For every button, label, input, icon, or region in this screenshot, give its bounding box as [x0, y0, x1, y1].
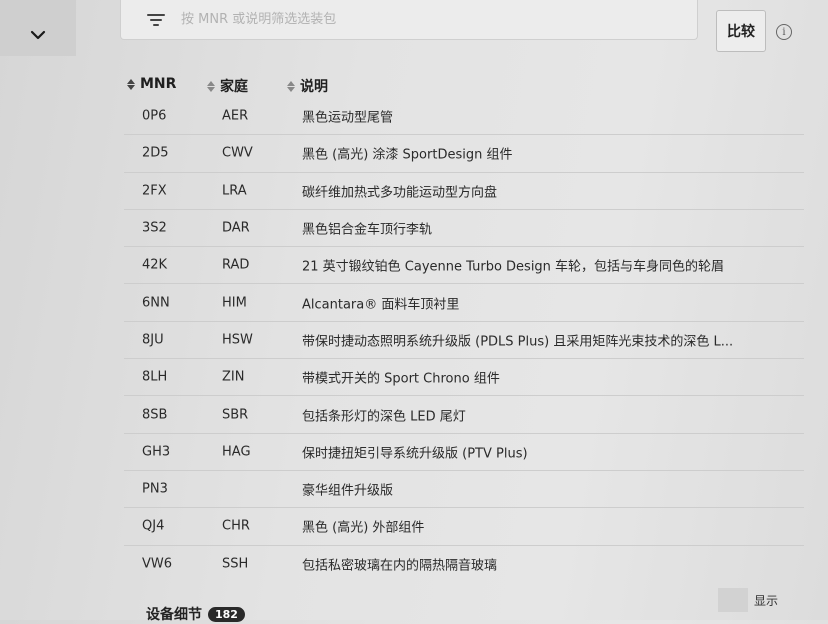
- search-bar: [120, 0, 698, 40]
- mnr-cell: 2D5: [142, 145, 169, 161]
- family-cell: CHR: [222, 518, 250, 534]
- family-cell: SSH: [222, 556, 249, 572]
- count-badge: 182: [208, 606, 245, 622]
- column-header-family[interactable]: 家庭: [206, 76, 248, 96]
- family-cell: HAG: [222, 444, 251, 460]
- table-row[interactable]: GH3 HAG 保时捷扭矩引导系统升级版 (PTV Plus): [124, 434, 804, 471]
- sort-icon: [286, 80, 296, 92]
- family-cell: DAR: [222, 220, 250, 236]
- table-row[interactable]: 8LH ZIN 带模式开关的 Sport Chrono 组件: [124, 359, 804, 397]
- description-cell: 21 英寸锻纹铂色 Cayenne Turbo Design 车轮，包括与车身同…: [302, 259, 725, 275]
- description-cell: 黑色 (高光) 外部组件: [302, 520, 425, 536]
- search-input[interactable]: [179, 11, 583, 28]
- mnr-cell: 8LH: [142, 369, 168, 385]
- family-cell: ZIN: [222, 369, 245, 385]
- mnr-cell: 3S2: [142, 220, 167, 236]
- column-header-label: MNR: [140, 76, 177, 92]
- table-header: MNR 家庭 说明: [0, 70, 828, 100]
- sort-icon: [206, 80, 216, 92]
- family-cell: RAD: [222, 257, 250, 273]
- mnr-cell: 8JU: [142, 332, 164, 348]
- table-row[interactable]: 8SB SBR 包括条形灯的深色 LED 尾灯: [124, 396, 804, 434]
- column-header-label: 家庭: [220, 79, 248, 95]
- mnr-cell: 0P6: [142, 108, 167, 124]
- info-icon[interactable]: i: [776, 24, 792, 40]
- description-cell: 包括条形灯的深色 LED 尾灯: [302, 409, 466, 425]
- description-cell: 黑色 (高光) 涂漆 SportDesign 组件: [302, 147, 513, 163]
- chevron-down-icon: [30, 25, 46, 44]
- description-cell: 保时捷扭矩引导系统升级版 (PTV Plus): [302, 446, 528, 462]
- family-cell: LRA: [222, 183, 247, 199]
- family-cell: CWV: [222, 145, 253, 161]
- mnr-cell: VW6: [142, 556, 173, 572]
- description-cell: 黑色铝合金车顶行李轨: [302, 222, 433, 238]
- description-cell: 黑色运动型尾管: [302, 110, 394, 126]
- options-table-body: 0P6 AER 黑色运动型尾管 2D5 CWV 黑色 (高光) 涂漆 Sport…: [124, 98, 804, 582]
- family-cell: AER: [222, 108, 249, 124]
- description-cell: 豪华组件升级版: [302, 483, 394, 499]
- mnr-cell: PN3: [142, 481, 168, 497]
- equipment-details-heading[interactable]: 设备细节 182: [146, 604, 245, 624]
- mnr-cell: 8SB: [142, 407, 168, 423]
- description-cell: 带保时捷动态照明系统升级版 (PDLS Plus) 且采用矩阵光束技术的深色 L…: [302, 334, 734, 350]
- table-row[interactable]: 3S2 DAR 黑色铝合金车顶行李轨: [124, 210, 804, 248]
- table-row[interactable]: QJ4 CHR 黑色 (高光) 外部组件: [124, 508, 804, 546]
- family-cell: HSW: [222, 332, 253, 348]
- left-panel: [0, 0, 76, 56]
- table-row[interactable]: PN3 豪华组件升级版: [124, 471, 804, 509]
- section-label: 设备细节: [146, 607, 202, 623]
- mnr-cell: 6NN: [142, 295, 170, 311]
- family-cell: SBR: [222, 407, 249, 423]
- mnr-cell: QJ4: [142, 518, 165, 534]
- mnr-cell: GH3: [142, 444, 171, 460]
- column-header-mnr[interactable]: MNR: [126, 76, 176, 92]
- table-row[interactable]: 0P6 AER 黑色运动型尾管: [124, 98, 804, 136]
- family-cell: HIM: [222, 295, 247, 311]
- column-header-label: 说明: [300, 79, 328, 95]
- description-cell: 包括私密玻璃在内的隔热隔音玻璃: [302, 558, 498, 574]
- table-row[interactable]: 2FX LRA 碳纤维加热式多功能运动型方向盘: [124, 173, 804, 210]
- description-cell: 碳纤维加热式多功能运动型方向盘: [302, 185, 498, 201]
- filter-icon[interactable]: [147, 11, 165, 29]
- mnr-cell: 2FX: [142, 183, 167, 199]
- table-row[interactable]: 8JU HSW 带保时捷动态照明系统升级版 (PDLS Plus) 且采用矩阵光…: [124, 322, 804, 360]
- table-row[interactable]: 6NN HIM Alcantara® 面料车顶衬里: [124, 284, 804, 322]
- description-cell: 带模式开关的 Sport Chrono 组件: [302, 371, 500, 387]
- show-toggle[interactable]: [718, 588, 748, 612]
- sort-icon: [126, 78, 136, 90]
- mnr-cell: 42K: [142, 257, 168, 273]
- show-label[interactable]: 显示: [754, 592, 778, 609]
- description-cell: Alcantara® 面料车顶衬里: [302, 297, 460, 313]
- table-row[interactable]: 42K RAD 21 英寸锻纹铂色 Cayenne Turbo Design 车…: [124, 247, 804, 285]
- table-row[interactable]: 2D5 CWV 黑色 (高光) 涂漆 SportDesign 组件: [124, 135, 804, 173]
- compare-button[interactable]: 比较: [716, 10, 766, 52]
- collapse-button[interactable]: [0, 12, 76, 56]
- table-row[interactable]: VW6 SSH 包括私密玻璃在内的隔热隔音玻璃: [124, 546, 804, 582]
- column-header-description[interactable]: 说明: [286, 76, 328, 96]
